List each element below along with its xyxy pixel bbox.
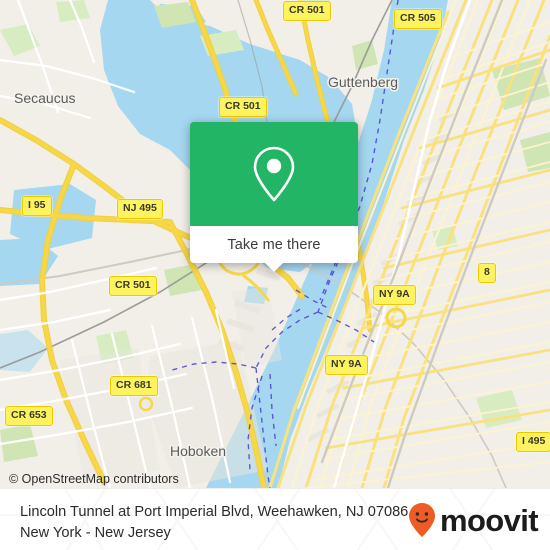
road-shield-i95: I 95: [22, 196, 52, 216]
location-popup[interactable]: Take me there: [190, 122, 358, 272]
moovit-smiley-pin-icon: [408, 503, 435, 537]
road-shield-cr501-mid: CR 501: [219, 97, 267, 117]
road-shield-cr681: CR 681: [110, 376, 158, 396]
footer-bar: Lincoln Tunnel at Port Imperial Blvd, We…: [0, 488, 550, 550]
map-label-guttenberg: Guttenberg: [328, 74, 398, 90]
osm-attribution[interactable]: © OpenStreetMap contributors: [9, 472, 179, 486]
road-shield-8: 8: [478, 263, 496, 283]
moovit-wordmark: moovit: [439, 502, 539, 538]
road-shield-cr501-south: CR 501: [109, 276, 157, 296]
road-shield-ny9a-north: NY 9A: [373, 285, 416, 305]
map-label-secaucus: Secaucus: [14, 90, 75, 106]
popup-tail: [265, 263, 283, 272]
map-pin-icon: [253, 146, 295, 202]
popup-action-button[interactable]: Take me there: [190, 226, 358, 263]
road-shield-i495: I 495: [516, 432, 550, 452]
map-screenshot: Secaucus Guttenberg Hoboken CR 501 CR 50…: [0, 0, 550, 550]
map-canvas[interactable]: Secaucus Guttenberg Hoboken CR 501 CR 50…: [0, 0, 550, 488]
road-shield-cr653: CR 653: [5, 406, 53, 426]
map-label-hoboken: Hoboken: [170, 443, 226, 459]
popup-header: [190, 122, 358, 226]
popup-action-label: Take me there: [227, 236, 321, 253]
road-shield-cr505: CR 505: [394, 9, 442, 29]
road-shield-cr501-north: CR 501: [283, 1, 331, 21]
moovit-logo: moovit: [407, 502, 539, 538]
location-caption: Lincoln Tunnel at Port Imperial Blvd, We…: [20, 504, 413, 542]
road-shield-nj495: NJ 495: [117, 199, 163, 219]
road-shield-ny9a-south: NY 9A: [325, 355, 368, 375]
